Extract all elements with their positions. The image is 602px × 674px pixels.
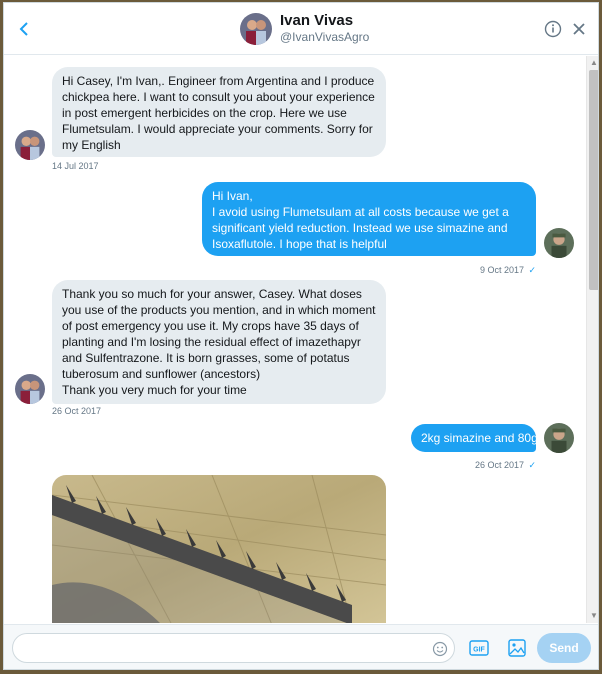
back-button[interactable]	[14, 19, 34, 39]
profile-photo	[240, 13, 272, 45]
chevron-left-icon	[19, 22, 28, 36]
contact-handle[interactable]: @IvanVivasAgro	[280, 30, 369, 44]
message-bubble-outgoing[interactable]: 2kg simazine and 80g	[411, 424, 538, 452]
conversation-header: Ivan Vivas @IvanVivasAgro	[4, 3, 598, 55]
avatar[interactable]	[544, 228, 574, 258]
avatar[interactable]	[15, 374, 45, 404]
info-button[interactable]	[544, 20, 562, 38]
message-timestamp: 9 Oct 2017	[480, 265, 525, 275]
profile-photo	[544, 228, 574, 258]
message-bubble-outgoing[interactable]: Hi Ivan, I avoid using Flumetsulam at al…	[202, 182, 536, 256]
profile-photo	[544, 423, 574, 453]
message-timestamp: 26 Oct 2017	[52, 406, 102, 416]
scrollbar[interactable]: ▲ ▼	[586, 56, 598, 623]
crop-photo	[52, 475, 386, 623]
close-icon	[573, 23, 585, 35]
message-status: 9 Oct 2017 ✓	[480, 260, 536, 278]
dm-window: Ivan Vivas @IvanVivasAgro Hi Casey, I'm …	[3, 2, 599, 670]
avatar[interactable]	[15, 130, 45, 160]
avatar[interactable]	[240, 13, 272, 45]
message-input[interactable]	[12, 633, 455, 663]
info-icon	[544, 20, 562, 38]
check-icon: ✓	[528, 265, 537, 275]
emoji-button[interactable]	[432, 641, 448, 657]
avatar[interactable]	[544, 423, 574, 453]
message-image[interactable]	[52, 475, 386, 623]
close-button[interactable]	[570, 20, 588, 38]
gif-button[interactable]: GIF	[468, 637, 490, 659]
scroll-thumb[interactable]	[589, 70, 598, 290]
message-status: 26 Oct 2017 ✓	[475, 455, 536, 473]
message-list[interactable]: Hi Casey, I'm Ivan,. Engineer from Argen…	[4, 56, 586, 623]
message-bubble-incoming[interactable]: Thank you so much for your answer, Casey…	[52, 280, 386, 404]
gif-icon: GIF	[469, 640, 489, 656]
check-icon: ✓	[528, 460, 537, 470]
contact-name[interactable]: Ivan Vivas	[280, 12, 353, 29]
gif-label: GIF	[473, 647, 485, 654]
profile-photo	[15, 374, 45, 404]
message-timestamp: 14 Jul 2017	[52, 161, 99, 171]
send-button[interactable]: Send	[537, 633, 591, 663]
message-timestamp: 26 Oct 2017	[475, 460, 525, 470]
scroll-down-arrow-icon[interactable]: ▼	[590, 612, 598, 620]
media-button[interactable]	[506, 637, 528, 659]
profile-photo	[15, 130, 45, 160]
image-icon	[508, 639, 526, 657]
scroll-up-arrow-icon[interactable]: ▲	[590, 59, 598, 67]
message-bubble-incoming[interactable]: Hi Casey, I'm Ivan,. Engineer from Argen…	[52, 67, 386, 157]
emoji-icon	[432, 641, 448, 657]
message-composer: GIF Send	[4, 624, 598, 669]
